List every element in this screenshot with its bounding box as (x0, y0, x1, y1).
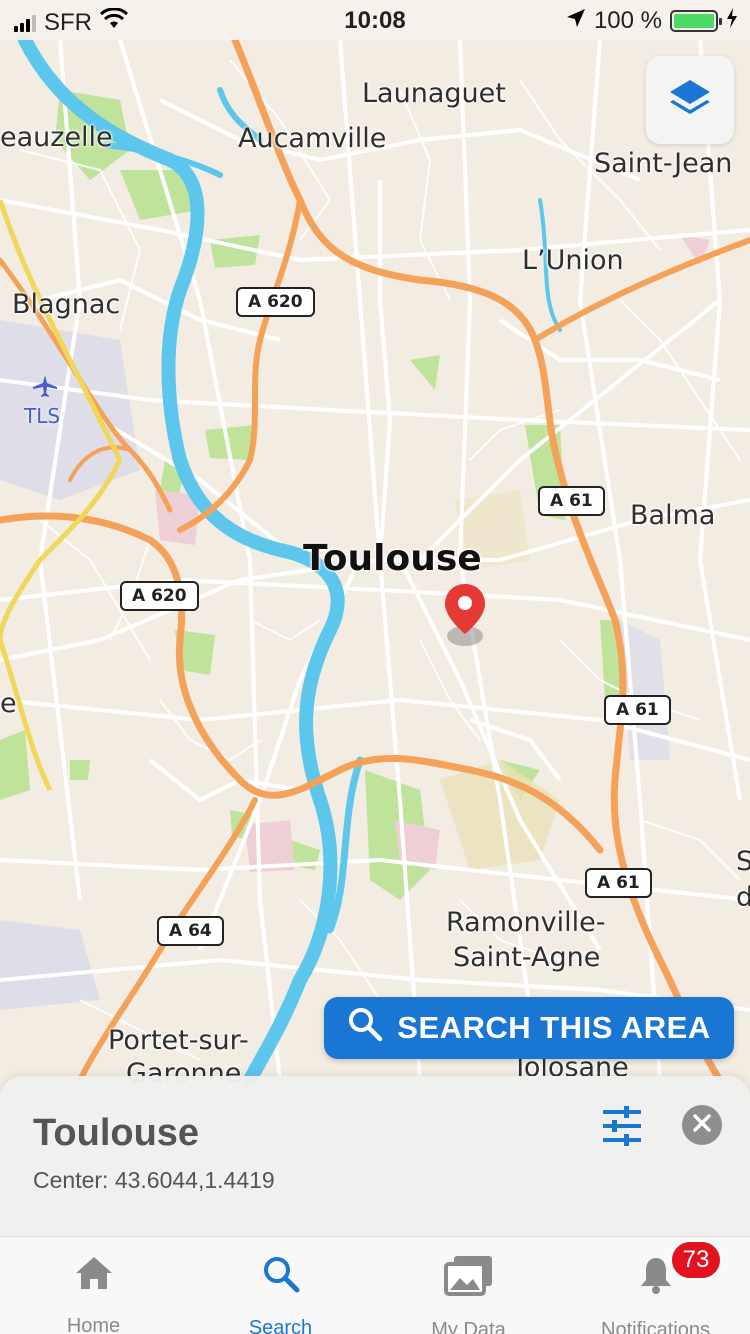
tab-notifications[interactable]: Notifications (562, 1237, 749, 1334)
place-label-portet-line1: Portet-sur- (108, 1025, 249, 1056)
sheet-title: Toulouse (33, 1112, 200, 1154)
tab-home[interactable]: Home (0, 1237, 187, 1334)
place-label-edge-right-1: S (736, 846, 750, 877)
airport-code-label: TLS (24, 404, 61, 428)
location-arrow-icon (566, 7, 586, 35)
tab-label: Home (66, 1315, 121, 1334)
road-shield-a620: A 620 (236, 287, 315, 317)
place-label-blagnac: Blagnac (12, 289, 121, 320)
place-label-edge-left: e (0, 688, 17, 719)
place-label-lunion: L’Union (522, 245, 624, 276)
place-label-edge-right-2: d (736, 882, 750, 913)
place-label-toulouse: Toulouse (303, 538, 482, 579)
road-shield-a61: A 61 (538, 486, 605, 516)
bell-icon (638, 1255, 674, 1295)
place-label-ramonville-line1: Ramonville- (446, 907, 606, 938)
map-layers-button[interactable] (646, 56, 734, 144)
notifications-badge: 73 (670, 1240, 722, 1280)
photos-icon (443, 1255, 494, 1296)
filter-button[interactable] (600, 1106, 644, 1146)
search-icon (347, 1006, 383, 1050)
place-label-ramonville-line2: Saint-Agne (453, 942, 601, 973)
road-shield-a620: A 620 (120, 581, 199, 611)
tab-search[interactable]: Search (187, 1237, 374, 1334)
airport-icon (32, 374, 58, 403)
place-label-saint-jean: Saint-Jean (594, 148, 733, 179)
sliders-icon (600, 1106, 644, 1150)
charging-icon (726, 7, 738, 35)
place-label-balma: Balma (630, 500, 716, 531)
road-shield-a61: A 61 (604, 695, 671, 725)
tab-my-data[interactable]: My Data (375, 1237, 562, 1334)
layers-icon (667, 76, 713, 125)
sheet-center-coordinates: Center: 43.6044,1.4419 (33, 1167, 275, 1193)
search-icon (262, 1255, 300, 1293)
map-pin-icon[interactable] (440, 582, 490, 653)
place-label-beauzelle: eauzelle (0, 122, 113, 153)
close-button[interactable] (682, 1105, 722, 1145)
tab-label: My Data (431, 1319, 506, 1334)
battery-icon (670, 10, 722, 32)
close-icon (692, 1113, 712, 1138)
place-label-aucamville: Aucamville (238, 123, 387, 154)
road-shield-a64: A 64 (157, 916, 224, 946)
search-this-area-label: SEARCH THIS AREA (397, 1010, 711, 1045)
battery-percent: 100 % (593, 7, 662, 34)
tab-label: Notifications (601, 1319, 710, 1334)
location-sheet: Toulouse Center: 43.6044,1.4419 (0, 1076, 750, 1236)
home-icon (74, 1255, 114, 1291)
tab-bar: Home Search My Data Notifications (0, 1236, 750, 1334)
status-bar: SFR 10:08 100 % (0, 0, 750, 40)
status-right: 100 % (566, 7, 738, 35)
tab-label: Search (248, 1317, 313, 1334)
road-shield-a61: A 61 (585, 868, 652, 898)
search-this-area-button[interactable]: SEARCH THIS AREA (324, 997, 734, 1059)
place-label-launaguet: Launaguet (362, 78, 506, 109)
